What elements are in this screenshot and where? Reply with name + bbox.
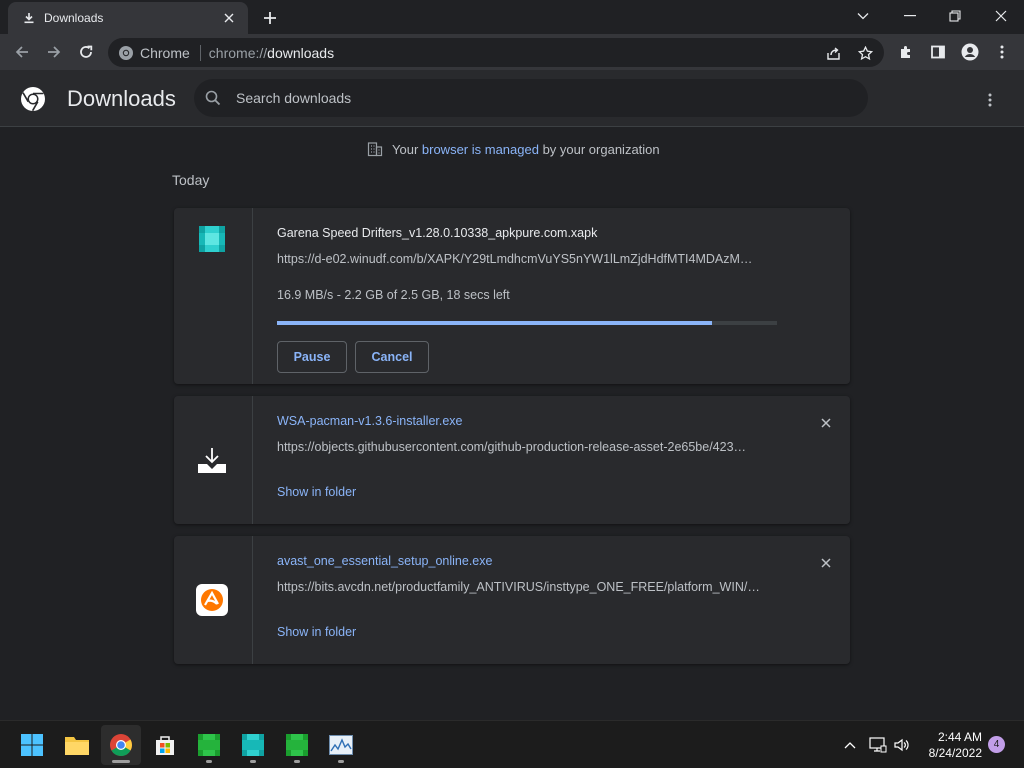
green-cube-app-icon-2[interactable] [277, 725, 317, 765]
clock[interactable]: 2:44 AM 8/24/2022 [916, 729, 982, 761]
url-path: downloads [267, 44, 335, 61]
forward-button[interactable] [42, 40, 66, 64]
side-panel-icon[interactable] [926, 40, 950, 64]
download-status: 16.9 MB/s - 2.2 GB of 2.5 GB, 18 secs le… [277, 288, 510, 302]
show-in-folder-link[interactable]: Show in folder [277, 485, 356, 499]
tab-title: Downloads [44, 11, 104, 25]
download-tray-icon [196, 446, 228, 478]
chrome-taskbar-icon[interactable] [101, 725, 141, 765]
active-indicator [112, 760, 130, 763]
section-label-today: Today [172, 172, 210, 188]
file-icon-column [174, 208, 253, 384]
bookmark-star-icon[interactable] [854, 42, 876, 64]
teal-cube-icon [196, 222, 228, 254]
search-box[interactable] [194, 79, 868, 117]
network-icon[interactable] [868, 735, 888, 755]
clock-date: 8/24/2022 [928, 746, 982, 760]
managed-link[interactable]: browser is managed [422, 142, 539, 157]
managed-text-after: by your organization [538, 141, 660, 157]
close-tab-icon[interactable] [220, 9, 238, 27]
running-indicator [294, 760, 300, 763]
taskbar: 2:44 AM 8/24/2022 4 [0, 720, 1024, 768]
file-url: https://objects.githubusercontent.com/gi… [277, 440, 747, 454]
address-bar[interactable]: Chrome chrome:// downloads [108, 38, 884, 67]
search-icon [204, 89, 222, 107]
clock-time: 2:44 AM [937, 730, 982, 744]
reload-button[interactable] [74, 40, 98, 64]
volume-icon[interactable] [892, 735, 912, 755]
minimize-button[interactable] [893, 4, 927, 28]
running-indicator [206, 760, 212, 763]
chrome-logo-icon [20, 86, 46, 112]
file-url: https://bits.avcdn.net/productfamily_ANT… [277, 580, 760, 594]
new-tab-button[interactable] [258, 7, 282, 29]
show-in-folder-link[interactable]: Show in folder [277, 625, 356, 639]
file-name: Garena Speed Drifters_v1.28.0.10338_apkp… [277, 226, 598, 240]
extensions-icon[interactable] [894, 40, 918, 64]
tab-downloads[interactable]: Downloads [8, 2, 248, 34]
tab-search-icon[interactable] [846, 4, 880, 28]
search-input[interactable] [236, 88, 836, 108]
running-indicator [250, 760, 256, 763]
notification-badge[interactable]: 4 [988, 736, 1005, 753]
managed-notice: Your browser is managed by your organiza… [367, 141, 660, 157]
green-cube-app-icon[interactable] [189, 725, 229, 765]
restore-button[interactable] [938, 4, 972, 28]
menu-icon[interactable] [990, 40, 1014, 64]
file-name-link[interactable]: WSA-pacman-v1.3.6-installer.exe [277, 414, 463, 428]
teal-cube-app-icon[interactable] [233, 725, 273, 765]
progress-bar [277, 321, 777, 325]
running-indicator [338, 760, 344, 763]
chrome-site-icon [118, 45, 134, 61]
remove-item-icon[interactable] [816, 413, 836, 433]
share-icon[interactable] [822, 42, 844, 64]
file-url: https://d-e02.winudf.com/b/XAPK/Y29tLmdh… [277, 252, 753, 266]
file-explorer-icon[interactable] [57, 725, 97, 765]
site-label: Chrome [140, 44, 190, 61]
download-icon [22, 11, 36, 25]
file-icon-column [174, 396, 253, 524]
omnibox-divider [199, 44, 201, 61]
title-bar: Downloads [0, 0, 1024, 34]
profile-icon[interactable] [958, 40, 982, 64]
file-icon-column [174, 536, 253, 664]
url-scheme: chrome:// [208, 44, 268, 61]
managed-text-before: Your [392, 141, 422, 157]
performance-monitor-icon[interactable] [321, 725, 361, 765]
start-button[interactable] [12, 725, 52, 765]
more-actions-icon[interactable] [978, 88, 1002, 112]
chevron-up-icon[interactable] [840, 735, 860, 755]
downloads-header: Downloads [0, 70, 1024, 127]
pause-button[interactable]: Pause [277, 341, 347, 373]
cancel-button[interactable]: Cancel [355, 341, 429, 373]
progress-fill [277, 321, 712, 325]
download-item: WSA-pacman-v1.3.6-installer.exe https://… [174, 396, 850, 524]
close-window-button[interactable] [984, 4, 1018, 28]
page-title: Downloads [67, 86, 176, 111]
building-icon [367, 141, 383, 157]
avast-icon [196, 584, 228, 616]
file-name-link[interactable]: avast_one_essential_setup_online.exe [277, 554, 492, 568]
back-button[interactable] [10, 40, 34, 64]
store-icon[interactable] [145, 725, 185, 765]
download-item: Garena Speed Drifters_v1.28.0.10338_apkp… [174, 208, 850, 384]
remove-item-icon[interactable] [816, 553, 836, 573]
download-item: avast_one_essential_setup_online.exe htt… [174, 536, 850, 664]
